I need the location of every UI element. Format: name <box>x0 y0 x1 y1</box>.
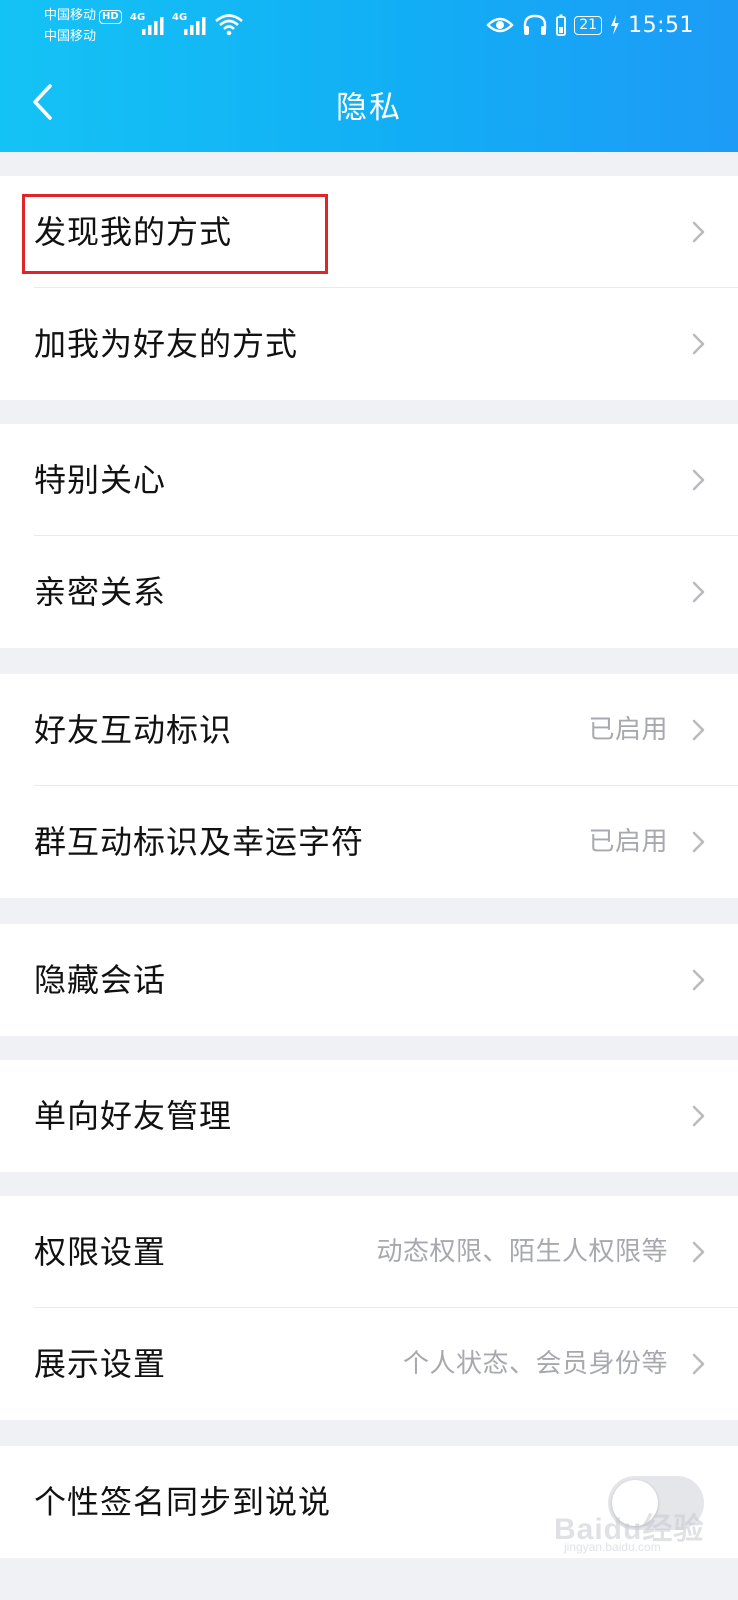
wifi-icon <box>215 14 243 36</box>
chevron-right-icon <box>692 831 705 853</box>
signal-icon-2 <box>184 17 206 35</box>
row-value: 动态权限、陌生人权限等 <box>376 1237 668 1267</box>
charging-icon <box>611 15 620 35</box>
status-time: 15:51 <box>628 12 694 38</box>
hd-badge: HD <box>99 10 122 24</box>
settings-group-relations: 特别关心 亲密关系 <box>0 424 738 648</box>
carrier-1: 中国移动 HD <box>44 8 122 24</box>
chevron-right-icon <box>692 333 705 355</box>
row-value: 已启用 <box>588 715 668 745</box>
chevron-right-icon <box>692 969 705 991</box>
row-label: 群互动标识及幸运字符 <box>34 823 365 861</box>
row-label: 个性签名同步到说说 <box>34 1483 332 1521</box>
row-label: 隐藏会话 <box>34 961 167 999</box>
settings-group-permissions: 权限设置 动态权限、陌生人权限等 展示设置 个人状态、会员身份等 <box>0 1196 738 1420</box>
signal-icon-1 <box>142 17 164 35</box>
row-one-way-friend[interactable]: 单向好友管理 <box>0 1060 738 1172</box>
row-display-settings[interactable]: 展示设置 个人状态、会员身份等 <box>0 1308 738 1420</box>
status-bar: 中国移动 HD 中国移动 4G 4G 21 15:51 <box>0 0 738 50</box>
row-label: 好友互动标识 <box>34 711 233 749</box>
baidu-watermark: Baidu经验 jingyan.baidu.com <box>554 1500 714 1558</box>
row-value: 已启用 <box>588 827 668 857</box>
row-permission-settings[interactable]: 权限设置 动态权限、陌生人权限等 <box>0 1196 738 1308</box>
chevron-right-icon <box>692 719 705 741</box>
eye-icon <box>486 17 514 33</box>
row-hidden-conversation[interactable]: 隐藏会话 <box>0 924 738 1036</box>
row-special-care[interactable]: 特别关心 <box>0 424 738 536</box>
carrier-2-label: 中国移动 <box>44 29 97 44</box>
row-value: 个人状态、会员身份等 <box>402 1349 668 1379</box>
page-title: 隐私 <box>336 90 402 126</box>
chevron-right-icon <box>692 1241 705 1263</box>
row-find-me-method[interactable]: 发现我的方式 <box>0 176 738 288</box>
chevron-right-icon <box>692 1353 705 1375</box>
row-intimate-relation[interactable]: 亲密关系 <box>0 536 738 648</box>
row-label: 加我为好友的方式 <box>34 325 299 363</box>
row-label: 权限设置 <box>34 1233 167 1271</box>
battery-level: 21 <box>574 15 603 35</box>
row-label: 展示设置 <box>34 1345 167 1383</box>
small-battery-icon <box>556 14 567 36</box>
row-label: 单向好友管理 <box>34 1097 233 1135</box>
chevron-right-icon <box>692 221 705 243</box>
settings-group-interaction: 好友互动标识 已启用 群互动标识及幸运字符 已启用 <box>0 674 738 898</box>
chevron-right-icon <box>692 469 705 491</box>
chevron-right-icon <box>692 581 705 603</box>
app-header: 中国移动 HD 中国移动 4G 4G 21 15:51 隐私 <box>0 0 738 152</box>
status-right: 21 15:51 <box>486 10 694 40</box>
watermark-subtext: jingyan.baidu.com <box>564 1540 661 1554</box>
carrier-1-label: 中国移动 <box>44 8 97 23</box>
row-friend-interaction-mark[interactable]: 好友互动标识 已启用 <box>0 674 738 786</box>
row-add-friend-method[interactable]: 加我为好友的方式 <box>0 288 738 400</box>
row-label: 发现我的方式 <box>34 213 233 251</box>
headphones-icon <box>524 14 547 35</box>
row-label: 特别关心 <box>34 461 167 499</box>
settings-group-one-way: 单向好友管理 <box>0 1060 738 1172</box>
row-label: 亲密关系 <box>34 573 167 611</box>
row-group-interaction-mark[interactable]: 群互动标识及幸运字符 已启用 <box>0 786 738 898</box>
settings-group-hidden: 隐藏会话 <box>0 924 738 1036</box>
chevron-right-icon <box>692 1105 705 1127</box>
settings-group-discovery: 发现我的方式 加我为好友的方式 <box>0 176 738 400</box>
